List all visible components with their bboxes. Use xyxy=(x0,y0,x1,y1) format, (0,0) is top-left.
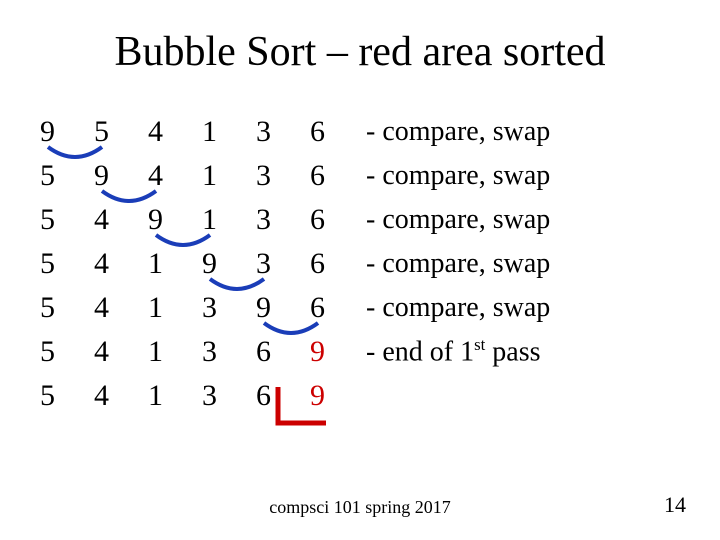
table-row: 541396- compare, swap xyxy=(40,291,550,335)
array-value: 6 xyxy=(310,159,364,193)
array-value: 1 xyxy=(202,203,256,237)
array-value: 6 xyxy=(310,203,364,237)
array-value: 3 xyxy=(256,247,310,281)
table-row: 954136- compare, swap xyxy=(40,115,550,159)
row-action: - compare, swap xyxy=(366,204,550,236)
array-value: 5 xyxy=(40,247,94,281)
array-value: 1 xyxy=(202,159,256,193)
array-value: 9 xyxy=(202,247,256,281)
array-value: 6 xyxy=(310,115,364,149)
row-action: - end of 1st pass xyxy=(366,335,541,368)
array-value: 9 xyxy=(148,203,202,237)
array-value: 1 xyxy=(148,291,202,325)
array-value: 5 xyxy=(40,379,94,413)
bubble-sort-trace: 954136- compare, swap594136- compare, sw… xyxy=(40,115,550,423)
array-value: 9 xyxy=(310,335,364,369)
array-value: 6 xyxy=(310,291,364,325)
array-value: 4 xyxy=(94,335,148,369)
array-value: 5 xyxy=(40,159,94,193)
slide-title: Bubble Sort – red area sorted xyxy=(0,28,720,76)
table-row: 541936- compare, swap xyxy=(40,247,550,291)
row-action: - compare, swap xyxy=(366,292,550,324)
array-value: 4 xyxy=(148,159,202,193)
slide: Bubble Sort – red area sorted 954136- co… xyxy=(0,0,720,540)
array-value: 9 xyxy=(256,291,310,325)
array-value: 1 xyxy=(148,247,202,281)
array-value: 1 xyxy=(148,335,202,369)
array-value: 4 xyxy=(94,379,148,413)
array-value: 5 xyxy=(94,115,148,149)
array-value: 4 xyxy=(94,247,148,281)
footer-course: compsci 101 spring 2017 xyxy=(0,497,720,518)
array-value: 4 xyxy=(94,203,148,237)
table-row: 541369 xyxy=(40,379,550,423)
array-value: 1 xyxy=(202,115,256,149)
array-value: 4 xyxy=(148,115,202,149)
array-value: 3 xyxy=(256,203,310,237)
array-value: 4 xyxy=(94,291,148,325)
row-action: - compare, swap xyxy=(366,248,550,280)
array-value: 1 xyxy=(148,379,202,413)
array-value: 9 xyxy=(310,379,364,413)
array-value: 5 xyxy=(40,291,94,325)
array-value: 6 xyxy=(256,379,310,413)
array-value: 3 xyxy=(256,159,310,193)
table-row: 549136- compare, swap xyxy=(40,203,550,247)
array-value: 6 xyxy=(310,247,364,281)
table-row: 594136- compare, swap xyxy=(40,159,550,203)
array-value: 5 xyxy=(40,203,94,237)
row-action: - compare, swap xyxy=(366,160,550,192)
array-value: 3 xyxy=(202,335,256,369)
array-value: 3 xyxy=(202,291,256,325)
array-value: 3 xyxy=(256,115,310,149)
array-value: 5 xyxy=(40,335,94,369)
row-action: - compare, swap xyxy=(366,116,550,148)
array-value: 9 xyxy=(40,115,94,149)
array-value: 3 xyxy=(202,379,256,413)
table-row: 541369- end of 1st pass xyxy=(40,335,550,379)
array-value: 9 xyxy=(94,159,148,193)
array-value: 6 xyxy=(256,335,310,369)
footer-page-number: 14 xyxy=(664,492,686,518)
